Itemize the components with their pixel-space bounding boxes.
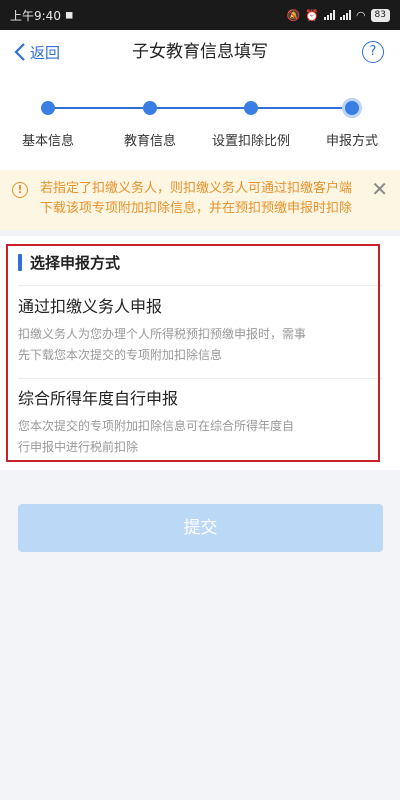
- status-time: 上午9:40: [10, 8, 61, 23]
- help-icon[interactable]: ?: [362, 41, 384, 63]
- mute-icon: 🔕: [286, 8, 301, 22]
- step-dot-2: [143, 101, 157, 115]
- warning-icon: !: [12, 182, 28, 198]
- signal-icon: [323, 10, 335, 20]
- step-dot-4-current: [342, 98, 362, 118]
- wifi-icon: ◠: [355, 8, 366, 22]
- step-label-basic-info: 基本信息: [21, 134, 74, 149]
- close-icon[interactable]: ✕: [371, 179, 388, 199]
- back-label: 返回: [30, 43, 61, 62]
- submit-button[interactable]: 提交: [18, 504, 383, 552]
- step-connector: [48, 107, 352, 109]
- status-bar: 上午9:40 ◼ 🔕 ⏰ ◠ 83: [0, 0, 400, 30]
- alarm-icon: ⏰: [305, 8, 319, 22]
- nav-bar: 子女教育信息填写 返回 ?: [0, 30, 400, 74]
- step-dot-1: [41, 101, 55, 115]
- battery-icon: 83: [370, 8, 390, 22]
- notice-banner: ! 若指定了扣缴义务人，则扣缴义务人可通过扣缴客户端下载该项专项附加扣除信息，并…: [0, 170, 400, 230]
- step-label-deduction-ratio: 设置扣除比例: [211, 134, 290, 149]
- highlight-frame: [6, 244, 380, 462]
- back-button[interactable]: 返回: [14, 30, 60, 74]
- notification-icon: ◼: [64, 9, 74, 21]
- progress-stepper: 基本信息 教育信息 设置扣除比例 申报方式: [0, 74, 400, 170]
- step-label-filing-method: 申报方式: [325, 134, 378, 149]
- chevron-left-icon: [14, 43, 25, 61]
- notice-text: 若指定了扣缴义务人，则扣缴义务人可通过扣缴客户端下载该项专项附加扣除信息，并在预…: [40, 181, 353, 216]
- step-dot-3: [244, 101, 258, 115]
- signal-icon: [339, 10, 351, 20]
- step-label-education-info: 教育信息: [123, 134, 176, 149]
